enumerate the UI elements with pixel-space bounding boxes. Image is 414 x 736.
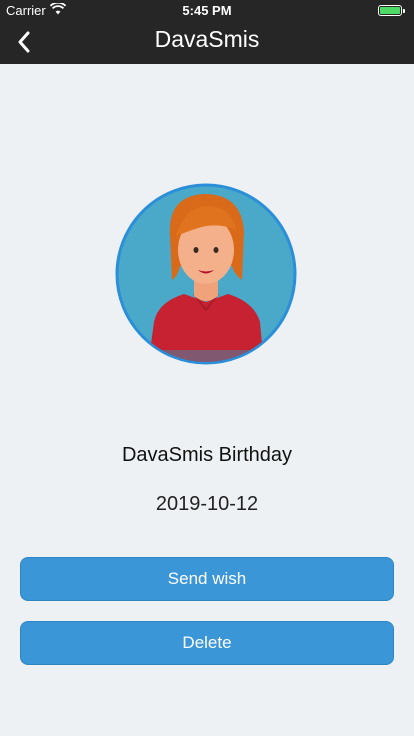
status-time: 5:45 PM: [182, 3, 232, 18]
page-title: DavaSmis: [154, 26, 260, 52]
navigation-bar: DavaSmis: [0, 20, 414, 64]
delete-button[interactable]: Delete: [20, 621, 394, 665]
top-bar: Carrier 5:45 PM DavaSmis: [0, 0, 414, 64]
send-wish-button[interactable]: Send wish: [20, 557, 394, 601]
person-avatar-icon: [115, 183, 297, 365]
birthday-name-label: DavaSmis Birthday: [121, 444, 293, 466]
avatar: [114, 182, 298, 366]
status-bar: Carrier 5:45 PM: [0, 0, 414, 20]
battery-icon: [378, 5, 405, 16]
birthday-date: 2019-10-12: [155, 493, 259, 515]
